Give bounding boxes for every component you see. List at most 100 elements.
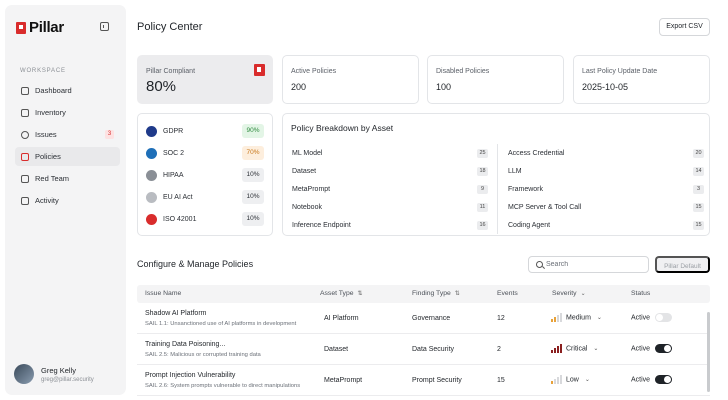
- severity-select[interactable]: Critical ⌄: [551, 344, 598, 353]
- table-row[interactable]: Training Data Poisoning... SAIL 2.5: Mal…: [137, 334, 710, 365]
- table-scrollbar[interactable]: [707, 312, 710, 392]
- issue-name[interactable]: Prompt Injection Vulnerability: [145, 372, 235, 379]
- sidebar-item-label: Issues: [35, 130, 57, 139]
- pillar-logo-icon: [16, 21, 26, 34]
- stat-label: Pillar Compliant: [146, 68, 196, 75]
- stat-value: 2025-10-05: [582, 82, 629, 92]
- sidebar-item-dashboard[interactable]: Dashboard: [15, 81, 120, 100]
- framework-row-eu-ai-act[interactable]: EU AI Act 10%: [146, 188, 264, 206]
- user-name: Greg Kelly: [41, 365, 77, 375]
- asset-label: Notebook: [292, 204, 322, 212]
- column-header-events[interactable]: Events: [497, 290, 518, 297]
- status-toggle[interactable]: [655, 344, 673, 353]
- column-header-status[interactable]: Status: [631, 290, 650, 297]
- frameworks-card: GDPR 90% SOC 2 70% HIPAA 10% EU AI Act 1…: [137, 113, 273, 236]
- framework-row-hipaa[interactable]: HIPAA 10%: [146, 166, 264, 184]
- column-label: Finding Type: [412, 290, 451, 297]
- search-input[interactable]: [546, 259, 644, 270]
- asset-count: 15: [693, 203, 704, 213]
- sidebar-item-inventory[interactable]: Inventory: [15, 103, 120, 122]
- issue-name[interactable]: Training Data Poisoning...: [145, 341, 225, 348]
- breakdown-row[interactable]: Access Credential 20: [508, 144, 704, 162]
- severity-bars-icon: [551, 375, 562, 384]
- compliance-card: Pillar Compliant 80%: [137, 55, 273, 104]
- table-row[interactable]: Shadow AI Platform SAIL 1.1: Unsanctione…: [137, 303, 710, 334]
- user-profile[interactable]: Greg Kelly greg@pillar.security: [14, 364, 94, 384]
- issue-name[interactable]: Shadow AI Platform: [145, 310, 206, 317]
- asset-count: 9: [477, 184, 488, 194]
- export-csv-button[interactable]: Export CSV: [659, 18, 710, 36]
- sidebar-item-policies[interactable]: Policies: [15, 147, 120, 166]
- breakdown-row[interactable]: Coding Agent 15: [508, 217, 704, 235]
- sidebar-item-red-team[interactable]: Red Team: [15, 169, 120, 188]
- avatar: [14, 364, 34, 384]
- severity-select[interactable]: Low ⌄: [551, 375, 590, 384]
- sidebar-item-label: Dashboard: [35, 86, 72, 95]
- framework-name: ISO 42001: [163, 215, 197, 223]
- severity-select[interactable]: Medium ⌄: [551, 313, 602, 322]
- stat-label: Last Policy Update Date: [582, 68, 658, 75]
- page-title: Policy Center: [137, 21, 203, 33]
- stat-value: 80%: [146, 78, 177, 95]
- sidebar-item-activity[interactable]: Activity: [15, 191, 120, 210]
- asset-label: Inference Endpoint: [292, 222, 351, 230]
- issue-description: SAIL 2.5: Malicious or corrupted trainin…: [145, 352, 261, 358]
- grid-icon: [21, 86, 29, 95]
- framework-percent: 10%: [242, 190, 264, 204]
- status-label: Active: [631, 345, 651, 353]
- status-cell: Active: [631, 313, 673, 322]
- workspace-label: WORKSPACE: [20, 68, 66, 74]
- pillar-default-button[interactable]: Pillar Default: [655, 256, 710, 273]
- box-icon: [21, 108, 29, 117]
- chevron-down-icon: ⌄: [580, 291, 586, 297]
- breakdown-right-column: Access Credential 20 LLM 14 Framework 3 MCP…: [508, 144, 704, 235]
- gdpr-logo-icon: [146, 125, 157, 137]
- events-count: 2: [497, 346, 501, 353]
- stat-label: Disabled Policies: [436, 68, 490, 75]
- active-policies-card: Active Policies 200: [282, 55, 419, 104]
- breakdown-row[interactable]: ML Model 25: [292, 144, 488, 162]
- document-icon: [21, 152, 29, 161]
- collapse-sidebar-icon[interactable]: [100, 22, 109, 31]
- breakdown-left-column: ML Model 25 Dataset 18 MetaPrompt 9 Noteboo…: [292, 144, 488, 235]
- breakdown-row[interactable]: LLM 14: [508, 162, 704, 180]
- framework-row-soc2[interactable]: SOC 2 70%: [146, 144, 264, 162]
- framework-percent: 70%: [242, 146, 264, 160]
- breakdown-row[interactable]: Framework 3: [508, 180, 704, 198]
- brand-logo[interactable]: Pillar: [16, 19, 64, 36]
- column-header-asset[interactable]: Asset Type ⇅: [320, 290, 363, 297]
- framework-row-gdpr[interactable]: GDPR 90%: [146, 122, 264, 140]
- policy-breakdown-card: Policy Breakdown by Asset ML Model 25 Dat…: [282, 113, 710, 236]
- breakdown-row[interactable]: Inference Endpoint 16: [292, 217, 488, 235]
- framework-percent: 10%: [242, 168, 264, 182]
- column-header-severity[interactable]: Severity ⌄: [552, 290, 586, 297]
- sidebar-item-label: Inventory: [35, 108, 66, 117]
- sidebar-item-issues[interactable]: Issues 3: [15, 125, 120, 144]
- column-label: Severity: [552, 290, 577, 297]
- status-cell: Active: [631, 344, 673, 353]
- search-box[interactable]: [528, 256, 649, 273]
- status-toggle[interactable]: [655, 313, 673, 322]
- framework-row-iso-42001[interactable]: ISO 42001 10%: [146, 210, 264, 228]
- last-update-card: Last Policy Update Date 2025-10-05: [573, 55, 710, 104]
- asset-type: Dataset: [324, 346, 349, 353]
- asset-count: 11: [477, 203, 488, 213]
- breakdown-row[interactable]: Notebook 11: [292, 199, 488, 217]
- chevron-down-icon: ⌄: [596, 315, 602, 322]
- user-email: greg@pillar.security: [41, 376, 94, 383]
- breakdown-title: Policy Breakdown by Asset: [291, 123, 394, 133]
- status-toggle[interactable]: [655, 375, 673, 384]
- issues-count-badge: 3: [105, 130, 114, 139]
- stat-label: Active Policies: [291, 68, 337, 75]
- breakdown-row[interactable]: MetaPrompt 9: [292, 180, 488, 198]
- status-cell: Active: [631, 375, 673, 384]
- column-header-finding[interactable]: Finding Type ⇅: [412, 290, 460, 297]
- table-header: Issue Name Asset Type ⇅ Finding Type ⇅ Eve…: [137, 285, 710, 303]
- soc2-logo-icon: [146, 147, 157, 159]
- events-count: 15: [497, 377, 505, 384]
- column-header-issue[interactable]: Issue Name: [145, 290, 181, 297]
- breakdown-row[interactable]: Dataset 18: [292, 162, 488, 180]
- sidebar: Pillar WORKSPACE Dashboard Inventory Iss…: [5, 5, 126, 395]
- breakdown-row[interactable]: MCP Server & Tool Call 15: [508, 199, 704, 217]
- table-row[interactable]: Prompt Injection Vulnerability SAIL 2.6:…: [137, 365, 710, 396]
